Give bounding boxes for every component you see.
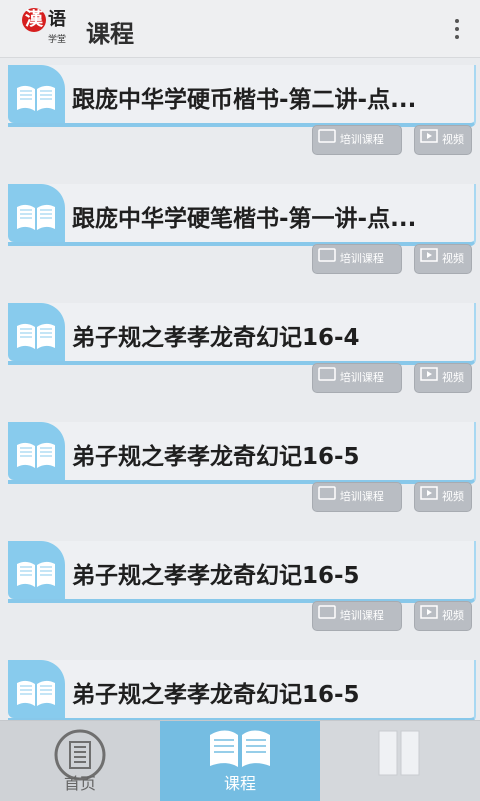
book-tab <box>8 422 65 480</box>
book-tab <box>8 660 65 718</box>
book-icon <box>17 323 55 349</box>
course-title: 弟子规之孝孝龙奇幻记16-5 <box>72 444 360 470</box>
course-actions: 培训课程 视频 <box>305 482 472 514</box>
course-actions: 培训课程 视频 <box>305 601 472 633</box>
video-label: 视频 <box>442 609 464 622</box>
menu-dot <box>455 27 459 31</box>
training-label: 培训课程 <box>339 490 384 503</box>
logo-mark-secondary: 语 <box>48 9 66 30</box>
course-title: 弟子规之孝孝龙奇幻记16-5 <box>72 563 360 589</box>
book-icon <box>17 442 55 468</box>
bottom-tab-bar: 首页 课程 <box>0 720 480 801</box>
columns-icon <box>378 730 420 776</box>
training-label: 培训课程 <box>339 609 384 622</box>
course-title: 跟庞中华学硬币楷书-第二讲-点... <box>72 87 417 113</box>
book-icon <box>17 85 55 111</box>
training-course-button[interactable]: 培训课程 <box>311 482 402 512</box>
course-banner[interactable]: 弟子规之孝孝龙奇幻记16-5 <box>8 541 476 603</box>
training-icon <box>318 364 336 392</box>
book-icon <box>210 730 270 767</box>
course-title: 弟子规之孝孝龙奇幻记16-4 <box>72 325 360 351</box>
video-button[interactable]: 视频 <box>414 125 472 155</box>
course-card[interactable]: 弟子规之孝孝龙奇幻记16-4 培训课程 视频 <box>0 296 480 404</box>
course-banner[interactable]: 跟庞中华学硬币楷书-第二讲-点... <box>8 65 476 127</box>
training-icon <box>318 126 336 154</box>
tab-home[interactable]: 首页 <box>0 721 160 801</box>
tab-course[interactable]: 课程 <box>160 721 320 801</box>
course-title: 弟子规之孝孝龙奇幻记16-5 <box>72 682 360 708</box>
book-tab <box>8 303 65 361</box>
video-label: 视频 <box>442 133 464 146</box>
training-course-button[interactable]: 培训课程 <box>311 125 402 155</box>
course-banner[interactable]: 跟庞中华学硬笔楷书-第一讲-点... <box>8 184 476 246</box>
course-list[interactable]: 跟庞中华学硬币楷书-第二讲-点... 培训课程 视频 跟庞中华学硬笔楷书-第一讲… <box>0 58 480 720</box>
course-banner[interactable]: 弟子规之孝孝龙奇幻记16-5 <box>8 660 476 720</box>
app-logo: 漢 语 学堂 <box>22 8 74 48</box>
video-icon <box>420 126 438 154</box>
course-title: 跟庞中华学硬笔楷书-第一讲-点... <box>72 206 417 232</box>
book-icon <box>17 204 55 230</box>
book-tab <box>8 184 65 242</box>
video-button[interactable]: 视频 <box>414 601 472 631</box>
training-course-button[interactable]: 培训课程 <box>311 363 402 393</box>
video-label: 视频 <box>442 252 464 265</box>
course-card[interactable]: 跟庞中华学硬币楷书-第二讲-点... 培训课程 视频 <box>0 58 480 166</box>
book-icon <box>17 680 55 706</box>
book-icon <box>17 561 55 587</box>
video-label: 视频 <box>442 371 464 384</box>
overflow-menu-icon[interactable] <box>448 16 466 42</box>
video-icon <box>420 364 438 392</box>
training-icon <box>318 245 336 273</box>
menu-dot <box>455 19 459 23</box>
book-tab <box>8 65 65 123</box>
video-icon <box>420 602 438 630</box>
course-actions: 培训课程 视频 <box>305 244 472 276</box>
training-label: 培训课程 <box>339 133 384 146</box>
training-course-button[interactable]: 培训课程 <box>311 601 402 631</box>
video-button[interactable]: 视频 <box>414 244 472 274</box>
course-actions: 培训课程 视频 <box>305 125 472 157</box>
training-label: 培训课程 <box>339 252 384 265</box>
page-title: 课程 <box>86 20 134 48</box>
course-card[interactable]: 弟子规之孝孝龙奇幻记16-5 培训课程 视频 <box>0 415 480 523</box>
tab-course-label: 课程 <box>223 774 256 793</box>
course-card[interactable]: 弟子规之孝孝龙奇幻记16-5 <box>0 653 480 720</box>
video-icon <box>420 245 438 273</box>
tab-home-label: 首页 <box>63 774 96 793</box>
training-icon <box>318 483 336 511</box>
training-label: 培训课程 <box>339 371 384 384</box>
video-button[interactable]: 视频 <box>414 363 472 393</box>
menu-dot <box>455 35 459 39</box>
app-bar: 漢 语 学堂 课程 <box>0 0 480 58</box>
training-course-button[interactable]: 培训课程 <box>311 244 402 274</box>
course-actions: 培训课程 视频 <box>305 363 472 395</box>
course-card[interactable]: 跟庞中华学硬笔楷书-第一讲-点... 培训课程 视频 <box>0 177 480 285</box>
video-label: 视频 <box>442 490 464 503</box>
logo-mark: 漢 <box>22 8 46 32</box>
course-banner[interactable]: 弟子规之孝孝龙奇幻记16-5 <box>8 422 476 484</box>
training-icon <box>318 602 336 630</box>
course-banner[interactable]: 弟子规之孝孝龙奇幻记16-4 <box>8 303 476 365</box>
course-card[interactable]: 弟子规之孝孝龙奇幻记16-5 培训课程 视频 <box>0 534 480 642</box>
book-tab <box>8 541 65 599</box>
video-icon <box>420 483 438 511</box>
tab-more[interactable] <box>320 721 480 801</box>
video-button[interactable]: 视频 <box>414 482 472 512</box>
logo-subtitle: 学堂 <box>48 35 67 45</box>
